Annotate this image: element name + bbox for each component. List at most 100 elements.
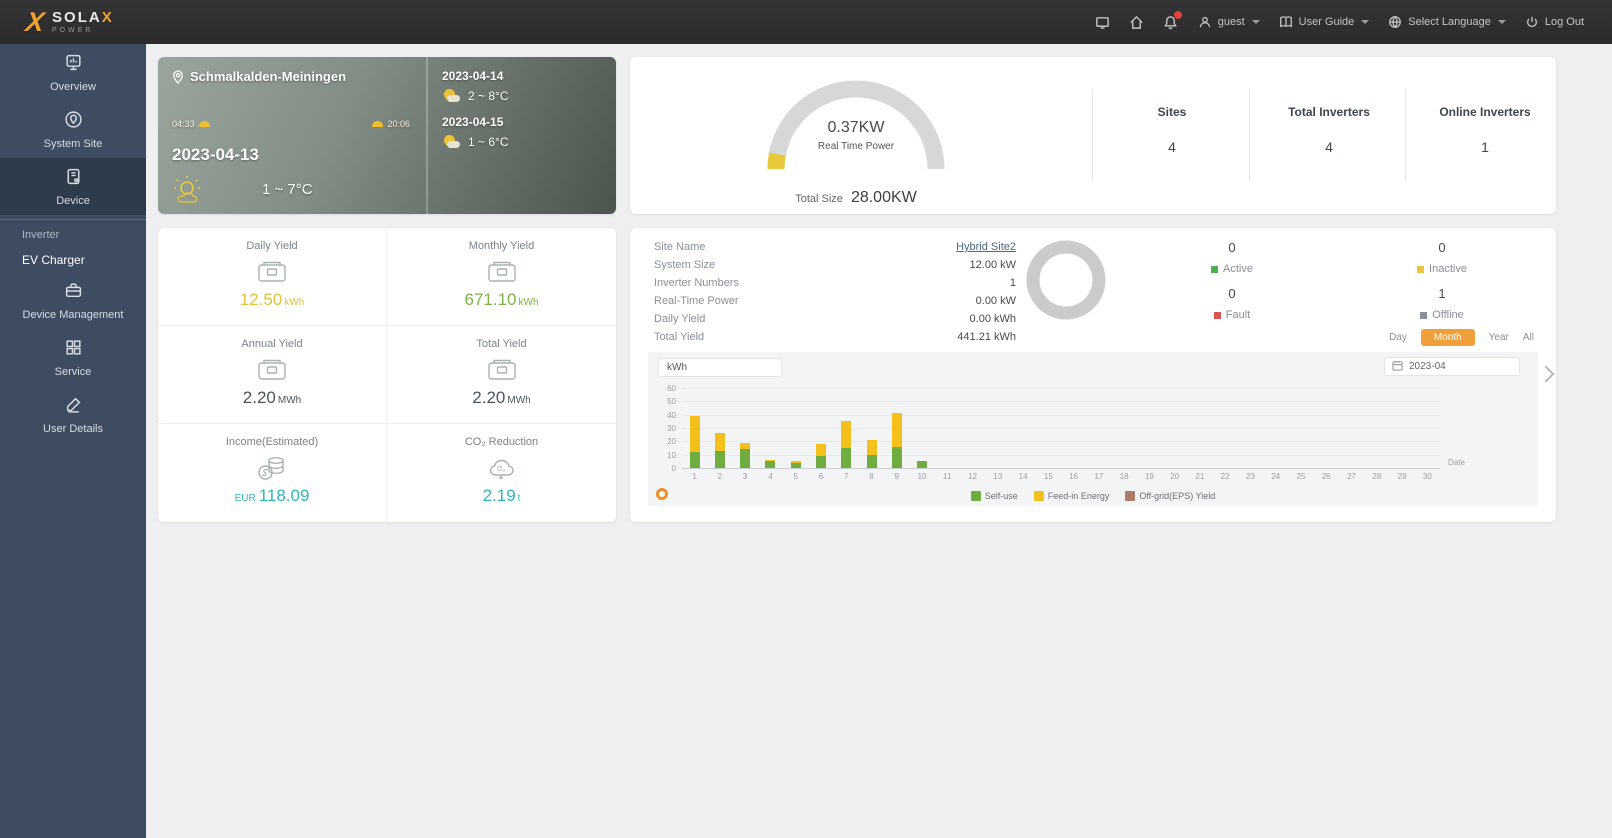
- x-tick-label: 5: [793, 472, 798, 481]
- topbar-actions: guest User Guide Select Language Log Out: [1095, 11, 1612, 30]
- sidebar-item-overview[interactable]: Overview: [0, 44, 146, 101]
- x-tick-label: 8: [869, 472, 874, 481]
- pen-icon: [64, 395, 83, 417]
- legend-item-feed-in-energy[interactable]: Feed-in Energy: [1033, 491, 1109, 501]
- stat-label: Sites: [1157, 105, 1187, 119]
- period-tab-day[interactable]: Day: [1389, 332, 1407, 343]
- x-axis-title: Date: [1448, 458, 1465, 467]
- yield-cell-daily-yield[interactable]: Daily Yield 12.50 kWh: [158, 228, 387, 326]
- bar-day-12[interactable]: [968, 388, 978, 468]
- bar-day-26[interactable]: [1321, 388, 1331, 468]
- period-tab-month[interactable]: Month: [1420, 329, 1475, 346]
- y-tick-label: 20: [667, 437, 676, 447]
- yield-cell-annual-yield[interactable]: Annual Yield 2.20 MWh: [158, 326, 387, 424]
- legend-item-off-grid-eps-yield[interactable]: Off-grid(EPS) Yield: [1125, 491, 1215, 501]
- status-label-row: Offline: [1377, 309, 1507, 321]
- home-icon[interactable]: [1129, 14, 1145, 30]
- legend-swatch: [1125, 491, 1136, 501]
- weather-forecast: 2023-04-14 2 ~ 8°C 2023-04-15 1 ~ 6°C: [426, 57, 616, 214]
- logout-button[interactable]: Log Out: [1524, 14, 1584, 30]
- bar-day-16[interactable]: [1069, 388, 1079, 468]
- period-tab-all[interactable]: All: [1523, 332, 1534, 343]
- site-name-link[interactable]: Hybrid Site2: [956, 241, 1016, 253]
- sunset-time: 20:06: [387, 119, 410, 129]
- y-tick-label: 40: [667, 410, 676, 420]
- bar-day-1[interactable]: [689, 388, 700, 468]
- bar-day-2[interactable]: [714, 388, 725, 468]
- bar-day-4[interactable]: [765, 388, 776, 468]
- language-menu[interactable]: Select Language: [1387, 14, 1506, 30]
- sidebar-item-ev-charger[interactable]: EV Charger: [0, 247, 146, 272]
- bar-day-13[interactable]: [993, 388, 1003, 468]
- bar-day-14[interactable]: [1018, 388, 1028, 468]
- x-tick-label: 2: [717, 472, 723, 481]
- x-tick-label: 18: [1119, 472, 1129, 481]
- bar-day-9[interactable]: [891, 388, 902, 468]
- sidebar-item-device-management[interactable]: Device Management: [0, 272, 146, 329]
- sidebar-item-service[interactable]: Service: [0, 329, 146, 386]
- user-guide-menu[interactable]: User Guide: [1278, 14, 1370, 30]
- chart-legend: Self-use Feed-in Energy Off-grid(EPS) Yiel…: [648, 491, 1538, 501]
- chart-plot-area: 0 10 20 30 40 50 60 1 2 3 4 5 6 7 8 9 10 11 12 13 14 15 16 17 18…: [648, 352, 1538, 506]
- bar-day-19[interactable]: [1144, 388, 1154, 468]
- bar-day-29[interactable]: [1397, 388, 1407, 468]
- chart-zoom-handle[interactable]: [656, 488, 668, 500]
- x-tick-label: 10: [917, 472, 927, 481]
- total-size-label: Total Size: [795, 193, 843, 205]
- bar-day-17[interactable]: [1094, 388, 1104, 468]
- info-label: Daily Yield: [654, 313, 706, 325]
- yield-cell-income-estimated-[interactable]: Income(Estimated) EUR 118.09: [158, 424, 387, 522]
- site-info-row: Inverter Numbers 1: [654, 274, 1016, 292]
- bar-day-11[interactable]: [942, 388, 952, 468]
- bar-day-24[interactable]: [1271, 388, 1281, 468]
- bar-day-15[interactable]: [1043, 388, 1053, 468]
- yield-cell-co-reduction[interactable]: CO₂ Reduction O₂ 2.19 t: [387, 424, 616, 522]
- summary-stat-sites: Sites 4: [1092, 57, 1252, 214]
- user-guide-label: User Guide: [1298, 16, 1355, 28]
- bar-day-30[interactable]: [1422, 388, 1432, 468]
- yield-bar-chart: kWh 2023-04 0 10 20 30 40 50 60 1 2 3 4 5 6 7 8 9 10 11 12…: [648, 352, 1538, 506]
- bar-day-27[interactable]: [1347, 388, 1357, 468]
- bar-day-6[interactable]: [815, 388, 826, 468]
- yield-label: CO₂ Reduction: [464, 436, 539, 448]
- weather-location: Schmalkalden-Meiningen: [190, 69, 347, 84]
- bar-day-5[interactable]: [790, 388, 801, 468]
- bar-day-28[interactable]: [1372, 388, 1382, 468]
- bar-segment: [740, 449, 751, 468]
- meter-icon: [387, 256, 616, 288]
- bar-day-23[interactable]: [1246, 388, 1256, 468]
- legend-item-self-use[interactable]: Self-use: [970, 491, 1018, 501]
- today-temp: 1 ~ 7°C: [262, 180, 313, 198]
- status-dot: [1420, 311, 1428, 319]
- bar-segment: [689, 452, 700, 468]
- user-menu[interactable]: guest: [1197, 14, 1260, 30]
- bar-day-21[interactable]: [1195, 388, 1205, 468]
- divider: [0, 219, 146, 220]
- status-dot: [1417, 265, 1425, 273]
- sidebar-item-user-details[interactable]: User Details: [0, 386, 146, 443]
- fullscreen-icon[interactable]: [1095, 14, 1111, 30]
- summary-stat-total-inverters: Total Inverters 4: [1249, 57, 1409, 214]
- bar-day-7[interactable]: [841, 388, 852, 468]
- x-tick-label: 14: [1018, 472, 1028, 481]
- yield-cell-total-yield[interactable]: Total Yield 2.20 MWh: [387, 326, 616, 424]
- bar-day-25[interactable]: [1296, 388, 1306, 468]
- sun-cloud-icon: [442, 135, 460, 149]
- sidebar-item-inverter[interactable]: Inverter: [0, 222, 146, 247]
- period-tab-year[interactable]: Year: [1489, 332, 1509, 343]
- bar-day-22[interactable]: [1220, 388, 1230, 468]
- x-tick-label: 11: [943, 472, 952, 481]
- brand-sub: POWER: [52, 27, 94, 34]
- sidebar-item-system-site[interactable]: System Site: [0, 101, 146, 158]
- bell-icon[interactable]: [1163, 11, 1182, 30]
- yield-cell-monthly-yield[interactable]: Monthly Yield 671.10 kWh: [387, 228, 616, 326]
- bar-day-10[interactable]: [917, 388, 928, 468]
- sidebar-item-device[interactable]: Device: [0, 158, 146, 215]
- bar-day-3[interactable]: [740, 388, 751, 468]
- bar-segment: [841, 421, 852, 448]
- x-tick-label: 6: [818, 472, 824, 481]
- bar-day-8[interactable]: [866, 388, 877, 468]
- bar-day-20[interactable]: [1170, 388, 1180, 468]
- bar-segment: [891, 446, 902, 468]
- bar-day-18[interactable]: [1119, 388, 1129, 468]
